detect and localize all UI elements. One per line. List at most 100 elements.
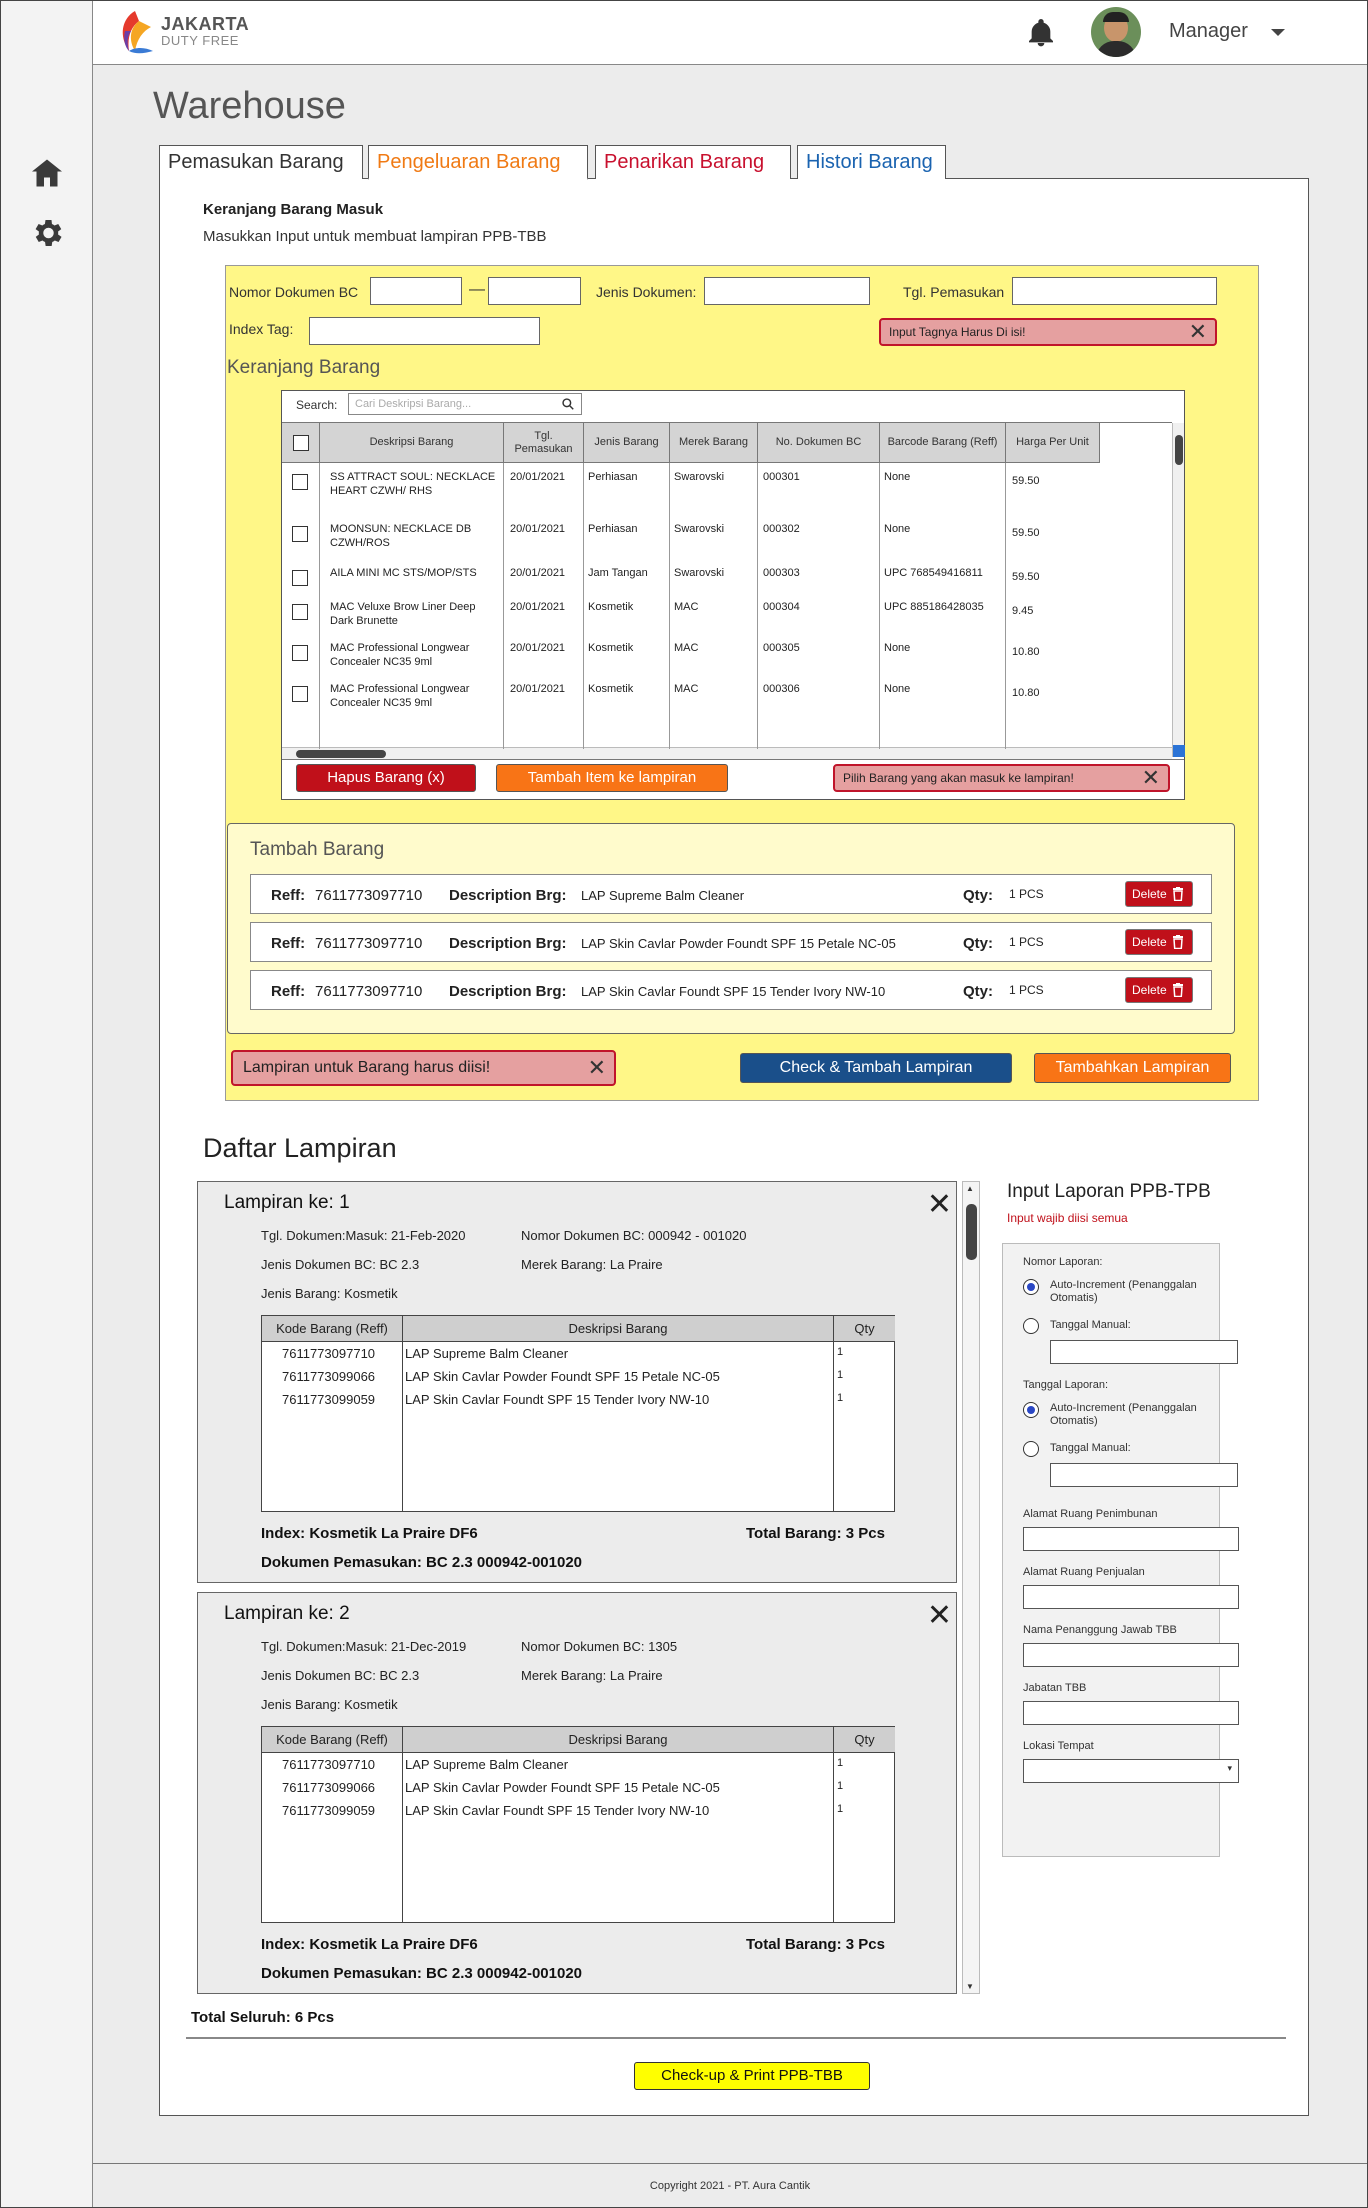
- jenis-barang: Jenis Barang: Kosmetik: [261, 1697, 398, 1712]
- user-name[interactable]: Manager: [1169, 20, 1248, 43]
- tanggal-auto-radio[interactable]: [1023, 1402, 1039, 1418]
- delete-button[interactable]: Delete: [1125, 977, 1193, 1003]
- select-all-checkbox[interactable]: [292, 434, 309, 451]
- grid-column-line: [319, 463, 320, 749]
- tanggal-manual-input[interactable]: [1050, 1463, 1238, 1487]
- row-checkbox[interactable]: [292, 570, 308, 586]
- tab-penarikan-barang[interactable]: Penarikan Barang: [595, 145, 791, 179]
- lampiran-card: Lampiran ke: 2 ✕ Tgl. Dokumen:Masuk: 21-De…: [197, 1592, 957, 1994]
- alamat-penjualan-input[interactable]: [1023, 1585, 1239, 1609]
- row-checkbox[interactable]: [292, 686, 308, 702]
- lampiran-scrollbar[interactable]: ▲ ▼: [962, 1181, 980, 1994]
- jenis-dokumen-input[interactable]: [704, 277, 870, 305]
- index-tag-input[interactable]: [309, 317, 540, 345]
- check-tambah-lampiran-button[interactable]: Check & Tambah Lampiran: [740, 1053, 1012, 1083]
- tambah-item-button[interactable]: Tambah Item ke lampiran: [496, 764, 728, 792]
- grid-cell-jenis: Kosmetik: [588, 601, 634, 613]
- nomor-auto-radio[interactable]: [1023, 1279, 1039, 1295]
- jabatan-label: Jabatan TBB: [1023, 1682, 1087, 1694]
- trash-icon: [1173, 887, 1183, 901]
- tanggal-manual-radio[interactable]: [1023, 1441, 1039, 1457]
- penanggung-jawab-input[interactable]: [1023, 1643, 1239, 1667]
- row-checkbox[interactable]: [292, 474, 308, 490]
- vertical-scroll-thumb[interactable]: [1175, 435, 1183, 465]
- grid-cell-barcode: None: [884, 523, 911, 535]
- keranjang-title: Keranjang Barang: [227, 357, 381, 378]
- grid-cell-merek: MAC: [674, 642, 699, 654]
- grid-header[interactable]: Barcode Barang (Reff): [880, 423, 1006, 463]
- grid-column-line: [669, 463, 670, 749]
- grid-cell-desc: MOONSUN: NECKLACE DB CZWH/ROS: [330, 523, 472, 549]
- row-checkbox[interactable]: [292, 604, 308, 620]
- deskripsi-cell: LAP Supreme Balm Cleaner: [405, 1757, 569, 1772]
- col-deskripsi-header: Deskripsi Barang: [403, 1727, 834, 1753]
- tab-histori-barang[interactable]: Histori Barang: [797, 145, 946, 179]
- grid-header[interactable]: Jenis Barang: [584, 423, 670, 463]
- nomor-manual-input[interactable]: [1050, 1340, 1238, 1364]
- close-icon[interactable]: ✕: [588, 1057, 606, 1079]
- horizontal-scrollbar[interactable]: [282, 747, 1172, 759]
- delete-button[interactable]: Delete: [1125, 929, 1193, 955]
- checkup-print-button[interactable]: Check-up & Print PPB-TBB: [634, 2062, 870, 2090]
- scroll-up-icon[interactable]: ▲: [966, 1184, 974, 1193]
- search-input[interactable]: Cari Deskripsi Barang...: [348, 393, 582, 415]
- deskripsi-cell: LAP Skin Cavlar Powder Foundt SPF 15 Pet…: [405, 1369, 720, 1384]
- tab-pemasukan-barang[interactable]: Pemasukan Barang: [159, 145, 363, 179]
- close-icon[interactable]: ✕: [1189, 321, 1207, 343]
- row-checkbox[interactable]: [292, 645, 308, 661]
- search-placeholder: Cari Deskripsi Barang...: [355, 398, 472, 410]
- scroll-down-icon[interactable]: ▼: [966, 1982, 974, 1991]
- lokasi-select[interactable]: ▾: [1023, 1759, 1239, 1783]
- close-icon[interactable]: ✕: [1142, 767, 1160, 789]
- dropdown-arrow-icon[interactable]: ▾: [1227, 1763, 1232, 1774]
- grid-cell-nodok: 000301: [763, 471, 800, 483]
- grid-cell-harga: 59.50: [1012, 527, 1040, 539]
- nomor-dokumen-start-input[interactable]: [370, 277, 462, 305]
- gear-icon[interactable]: [29, 215, 65, 251]
- column-line: [402, 1753, 403, 1923]
- row-checkbox[interactable]: [292, 526, 308, 542]
- lampiran-scroll-thumb[interactable]: [966, 1204, 977, 1260]
- trash-icon: [1173, 983, 1183, 997]
- avatar[interactable]: [1091, 7, 1141, 57]
- column-line: [833, 1753, 834, 1923]
- col-kode-header: Kode Barang (Reff): [262, 1727, 403, 1753]
- lampiran-title: Lampiran ke: 2: [224, 1603, 350, 1624]
- delete-label: Delete: [1132, 983, 1167, 997]
- desc-label: Description Brg:: [449, 887, 567, 904]
- divider: [186, 2037, 1286, 2039]
- close-icon[interactable]: ✕: [927, 1601, 952, 1631]
- grid-header[interactable]: Harga Per Unit: [1006, 423, 1100, 463]
- grid-cell-merek: MAC: [674, 601, 699, 613]
- home-icon[interactable]: [29, 155, 65, 191]
- delete-button[interactable]: Delete: [1125, 881, 1193, 907]
- copyright: Copyright 2021 - PT. Aura Cantik: [649, 2180, 811, 2192]
- brand-subname: DUTY FREE: [161, 33, 239, 48]
- vertical-scrollbar[interactable]: [1172, 423, 1185, 757]
- keranjang-error-text: Pilih Barang yang akan masuk ke lampiran…: [843, 771, 1074, 785]
- tgl-pemasukan-input[interactable]: [1012, 277, 1217, 305]
- nomor-manual-radio[interactable]: [1023, 1318, 1039, 1334]
- grid-header[interactable]: Tgl. Pemasukan: [504, 423, 584, 463]
- hapus-barang-button[interactable]: Hapus Barang (x): [296, 764, 476, 792]
- alamat-penjualan-label: Alamat Ruang Penjualan: [1023, 1566, 1145, 1578]
- jabatan-input[interactable]: [1023, 1701, 1239, 1725]
- grid-header[interactable]: Merek Barang: [670, 423, 758, 463]
- bell-icon[interactable]: [1025, 17, 1057, 49]
- chevron-down-icon[interactable]: [1271, 29, 1285, 36]
- tab-pengeluaran-barang[interactable]: Pengeluaran Barang: [368, 145, 588, 180]
- grid-header[interactable]: Deskripsi Barang: [320, 423, 504, 463]
- dokumen-pemasukan: Dokumen Pemasukan: BC 2.3 000942-001020: [261, 1554, 583, 1571]
- grid-header[interactable]: No. Dokumen BC: [758, 423, 880, 463]
- search-icon[interactable]: [561, 397, 575, 411]
- lampiran-error-text: Lampiran untuk Barang harus diisi!: [243, 1059, 491, 1076]
- index-tag-error: Input Tagnya Harus Di isi! ✕: [879, 318, 1217, 346]
- close-icon[interactable]: ✕: [927, 1190, 952, 1220]
- deskripsi-cell: LAP Skin Cavlar Foundt SPF 15 Tender Ivo…: [405, 1392, 710, 1407]
- delete-label: Delete: [1132, 887, 1167, 901]
- nomor-dokumen-end-input[interactable]: [488, 277, 581, 305]
- alamat-penimbunan-input[interactable]: [1023, 1527, 1239, 1551]
- tambahkan-lampiran-button[interactable]: Tambahkan Lampiran: [1034, 1053, 1231, 1083]
- horizontal-scroll-thumb[interactable]: [296, 750, 386, 758]
- col-qty-header: Qty: [834, 1316, 895, 1342]
